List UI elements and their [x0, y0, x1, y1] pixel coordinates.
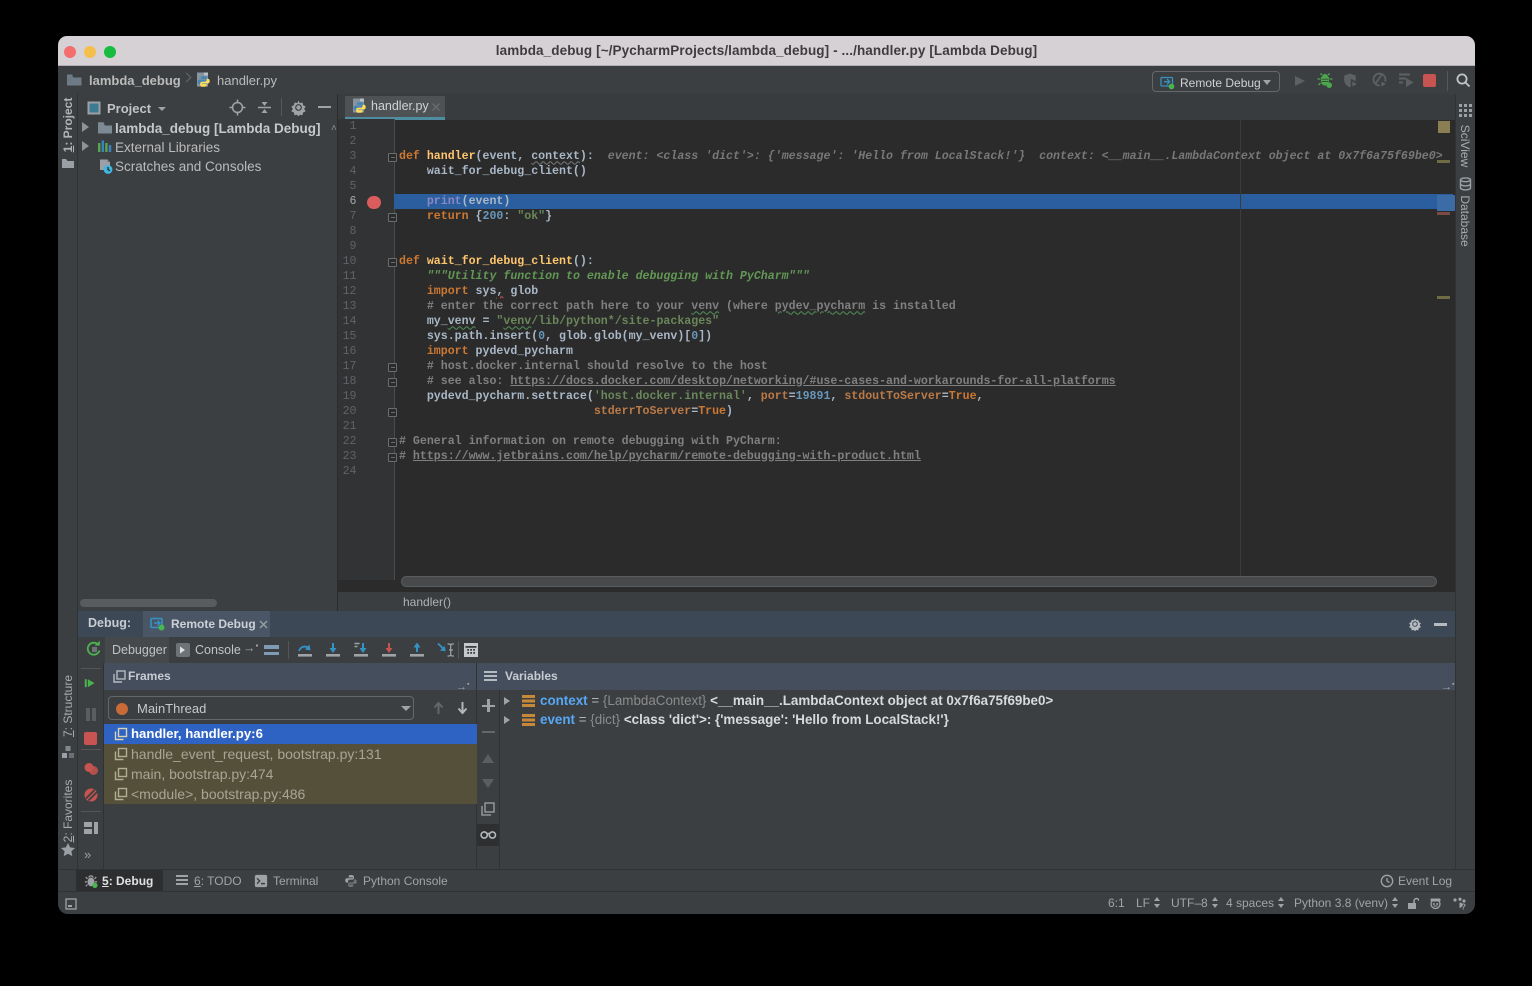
svg-text:?: ? [1461, 903, 1466, 911]
